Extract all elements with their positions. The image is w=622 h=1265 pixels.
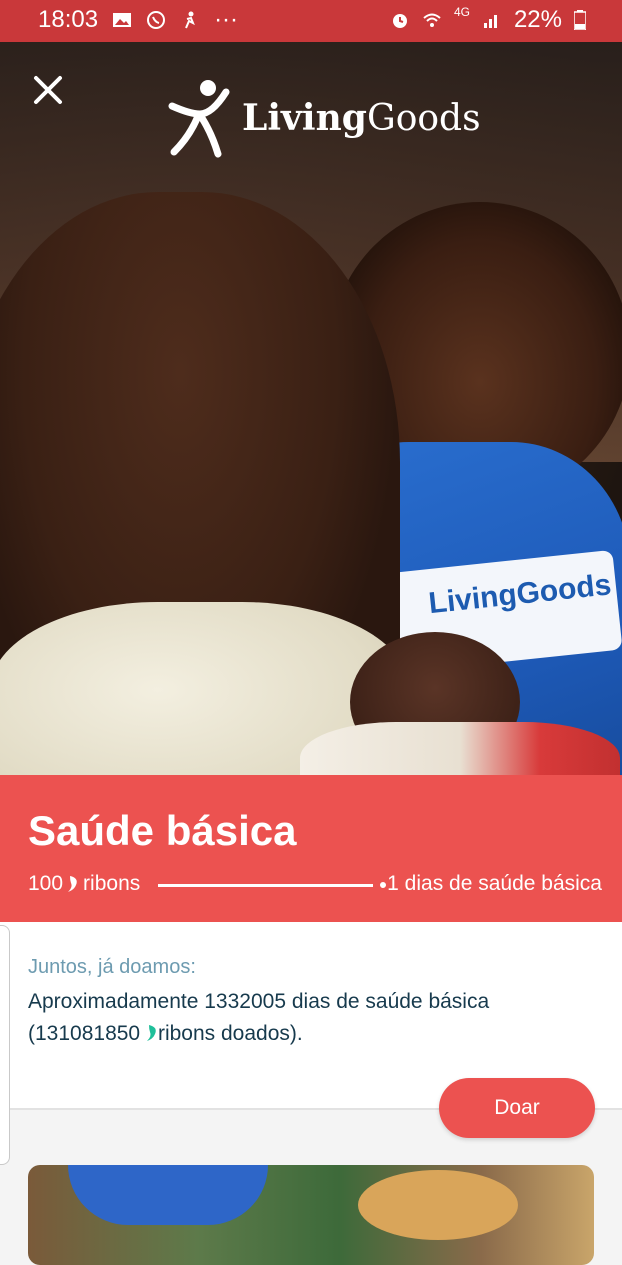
photo-straw-hat: [358, 1170, 518, 1240]
wifi-icon: [423, 13, 441, 27]
photo-blanket: [300, 722, 620, 775]
impact-line-2: (131081850 ribons doados).: [28, 1022, 303, 1045]
brand-logo: LivingGoods: [168, 78, 481, 158]
battery-percent: 22%: [513, 6, 562, 33]
impact-line-1: Aproximadamente 1332005 dias de saúde bá…: [28, 990, 490, 1013]
next-cause-card[interactable]: [28, 1165, 594, 1265]
cost: 100 ribons: [28, 872, 140, 896]
ribbon-icon: [68, 876, 77, 892]
photo-blue-cap: [68, 1165, 268, 1225]
network-type: 4G: [453, 5, 470, 19]
side-drawer-handle[interactable]: [0, 925, 10, 1165]
clock: 18:03: [38, 6, 99, 33]
status-bar: 18:03 ··· 4G 22%: [0, 0, 622, 42]
cost-amount: 100: [28, 872, 64, 895]
cause-title: Saúde básica: [28, 807, 297, 854]
close-icon: [34, 76, 62, 104]
running-icon: [185, 11, 195, 29]
ribbon-icon: [146, 1025, 156, 1041]
more-indicator: ···: [214, 6, 239, 33]
exchange-dot: [380, 882, 386, 888]
image-icon: [113, 13, 132, 27]
alarm-icon: [392, 14, 407, 28]
brand-wordmark: LivingGoods: [242, 97, 481, 139]
cost-unit: ribons: [83, 872, 141, 895]
signal-icon: [483, 15, 497, 28]
exchange-result: 1 dias de saúde básica: [387, 872, 602, 895]
impact-label: Juntos, já doamos:: [28, 956, 196, 978]
cause-header: Saúde básica: [0, 775, 622, 922]
impact-description: Aproximadamente 1332005 dias de saúde bá…: [28, 986, 588, 1050]
living-goods-person-icon: [168, 80, 230, 158]
donate-button[interactable]: Doar: [439, 1078, 595, 1138]
whatsapp-icon: [147, 11, 166, 29]
battery-icon: [574, 10, 586, 30]
exchange-line: [158, 884, 373, 887]
exchange-rate: 100 ribons 1 dias de saúde básica: [28, 872, 602, 898]
close-button[interactable]: [30, 72, 66, 108]
